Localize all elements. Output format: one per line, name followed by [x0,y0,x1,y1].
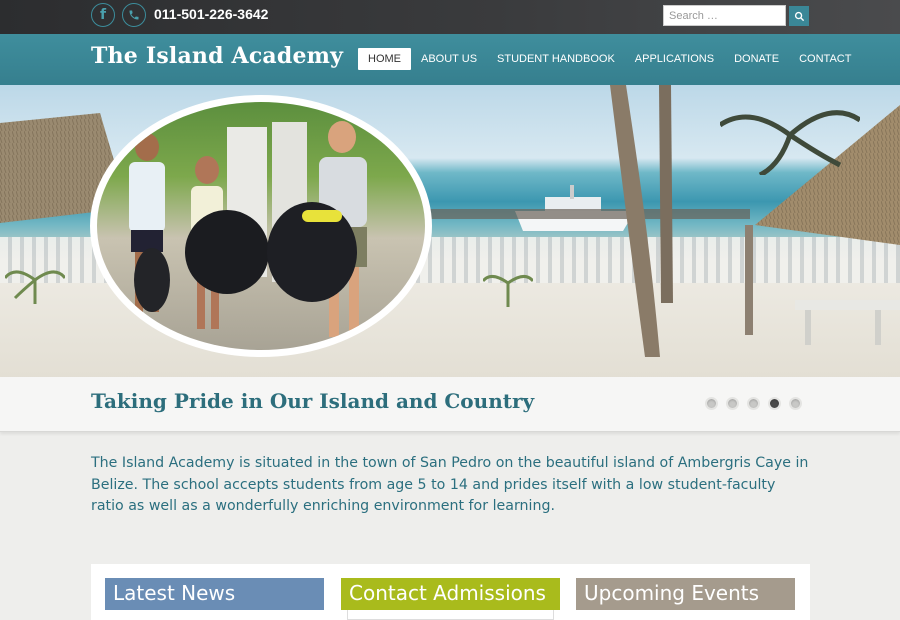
main-menu: HOME ABOUT US STUDENT HANDBOOK APPLICATI… [358,48,861,70]
slider-caption-bar: Taking Pride in Our Island and Country [0,377,900,432]
phone-number[interactable]: 011-501-226-3642 [154,6,268,22]
search-button[interactable] [789,6,809,26]
palm-sapling-left [3,260,67,305]
feature-boxes: Latest News Contact Admissions Upcoming … [91,564,810,620]
contact-admissions-field [347,610,554,620]
slide-dot-1[interactable] [705,397,718,410]
featured-photo [97,102,425,350]
phone-icon[interactable] [122,3,146,27]
slide-caption: Taking Pride in Our Island and Country [91,389,535,413]
site-logo[interactable]: The Island Academy [91,43,343,69]
slide-dot-4[interactable] [768,397,781,410]
intro-paragraph: The Island Academy is situated in the to… [91,455,809,514]
hero-slider[interactable] [0,85,900,377]
search-input[interactable] [663,5,786,26]
nav-student-handbook[interactable]: STUDENT HANDBOOK [487,48,625,70]
upcoming-events-box[interactable]: Upcoming Events [576,578,795,620]
nav-applications[interactable]: APPLICATIONS [625,48,724,70]
search-icon [794,11,804,21]
top-bar: f 011-501-226-3642 [0,0,900,34]
latest-news-title[interactable]: Latest News [105,578,324,610]
featured-photo-frame [90,95,432,357]
contact-admissions-title[interactable]: Contact Admissions [341,578,560,610]
nav-about-us[interactable]: ABOUT US [411,48,487,70]
palm-sapling-right [481,267,535,307]
slider-pagination [705,397,802,410]
main-navbar: The Island Academy HOME ABOUT US STUDENT… [0,34,900,85]
palm-tree-medium [645,85,685,305]
nav-home[interactable]: HOME [358,48,411,70]
facebook-icon[interactable]: f [91,3,115,27]
nav-donate[interactable]: DONATE [724,48,789,70]
latest-news-box[interactable]: Latest News [105,578,324,620]
slide-dot-2[interactable] [726,397,739,410]
nav-contact[interactable]: CONTACT [789,48,861,70]
palm-fronds [718,95,862,178]
contact-admissions-box[interactable]: Contact Admissions [341,578,560,620]
slide-dot-5[interactable] [789,397,802,410]
upcoming-events-title[interactable]: Upcoming Events [576,578,795,610]
slide-dot-3[interactable] [747,397,760,410]
